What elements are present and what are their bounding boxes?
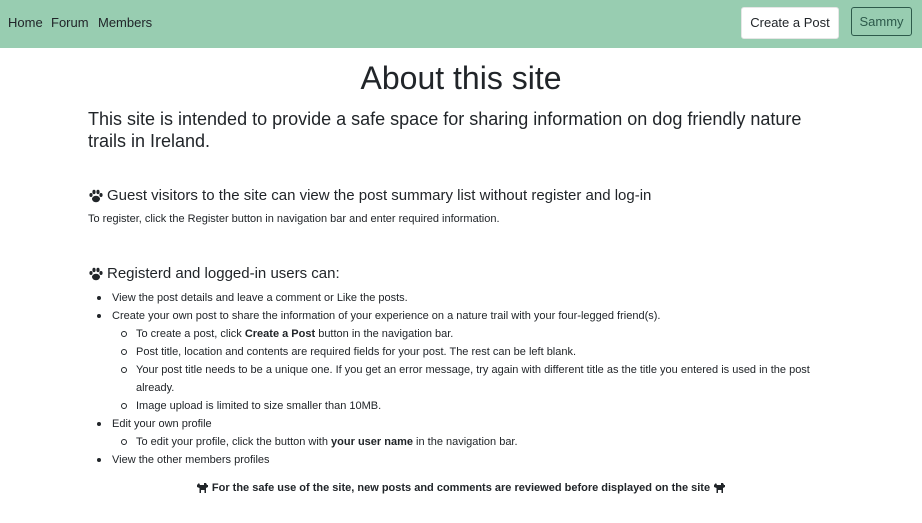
users-heading-text: Registerd and logged-in users can:	[107, 265, 340, 282]
sub-list-item: Your post title needs to be a unique one…	[88, 361, 828, 397]
list-item: View the other members profiles	[88, 451, 828, 469]
list-item: Create your own post to share the inform…	[88, 307, 828, 325]
nav-forum-link[interactable]: Forum	[51, 15, 89, 30]
dog-icon	[196, 483, 208, 493]
list-item: Edit your own profile	[88, 415, 828, 433]
list-item: View the post details and leave a commen…	[88, 289, 828, 307]
nav-home-link[interactable]: Home	[8, 15, 43, 30]
user-capabilities-list: View the post details and leave a commen…	[88, 289, 828, 469]
dog-icon	[714, 483, 726, 493]
footer-note-text: For the safe use of the site, new posts …	[211, 482, 711, 494]
users-section-heading: Registerd and logged-in users can:	[88, 265, 340, 282]
navbar: Home Forum Members Create a Post Sammy	[0, 0, 922, 48]
create-post-button[interactable]: Create a Post	[741, 7, 839, 39]
sub-list-item: To edit your profile, click the button w…	[88, 433, 828, 451]
sub-list-item: To create a post, click Create a Post bu…	[88, 325, 828, 343]
guest-section-heading: Guest visitors to the site can view the …	[88, 187, 651, 204]
nav-members-link[interactable]: Members	[98, 15, 152, 30]
intro-text: This site is intended to provide a safe …	[88, 109, 802, 151]
page-title: About this site	[360, 60, 562, 96]
paw-icon	[89, 267, 103, 280]
sub-list-item: Post title, location and contents are re…	[88, 343, 828, 361]
paw-icon	[89, 189, 103, 202]
footer-note: For the safe use of the site, new posts …	[0, 482, 922, 494]
register-info-text: To register, click the Register button i…	[88, 213, 500, 225]
sub-list-item: Image upload is limited to size smaller …	[88, 397, 828, 415]
guest-heading-text: Guest visitors to the site can view the …	[107, 187, 652, 204]
user-profile-button[interactable]: Sammy	[851, 7, 912, 36]
